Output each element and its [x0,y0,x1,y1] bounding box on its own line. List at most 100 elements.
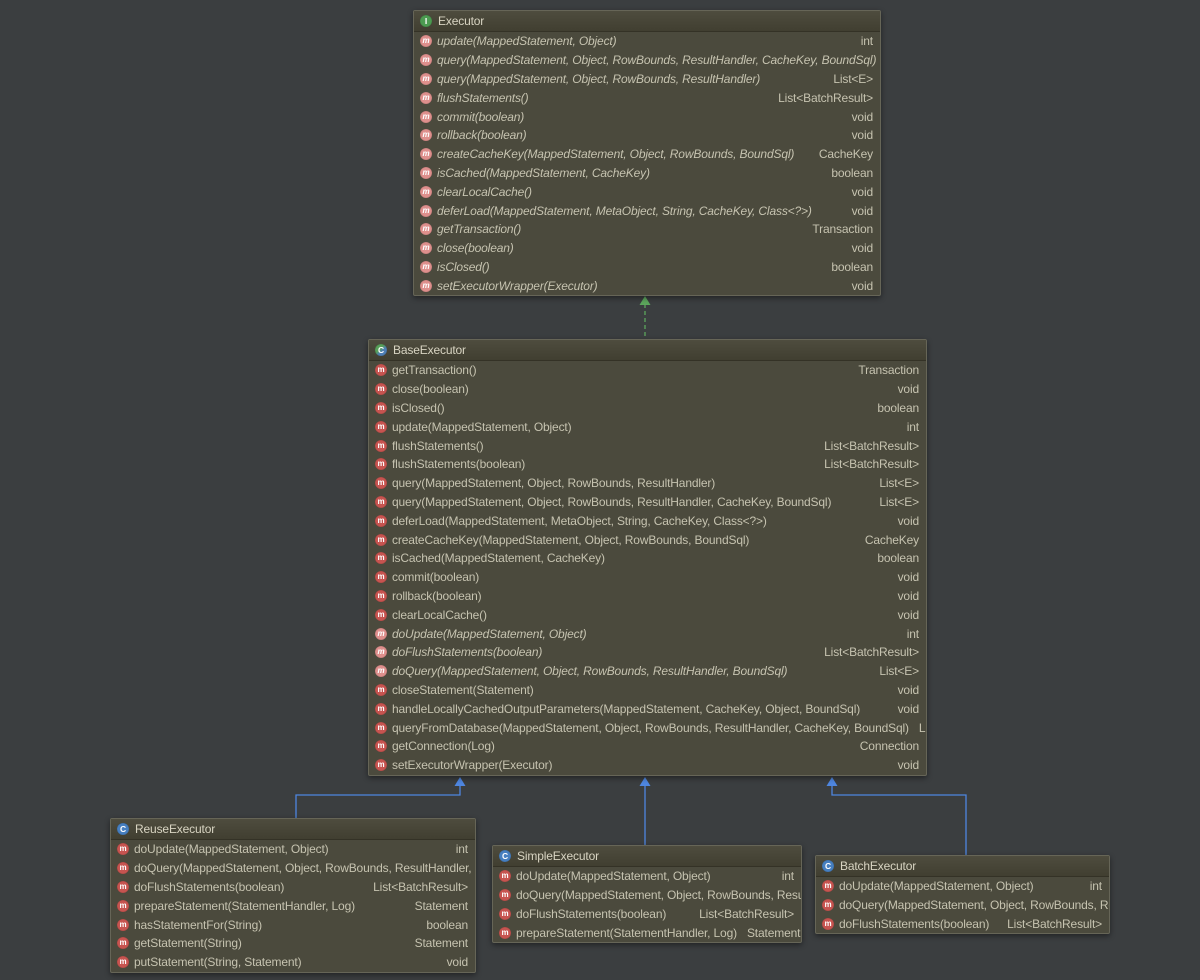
method-row[interactable]: mgetTransaction()Transaction [369,361,926,380]
class-header[interactable]: CBatchExecutor [816,856,1109,877]
method-row[interactable]: mrollback(boolean)void [369,587,926,606]
method-row[interactable]: mflushStatements(boolean)List<BatchResul… [369,455,926,474]
method-signature: doFlushStatements(boolean) [392,645,542,659]
method-row[interactable]: msetExecutorWrapper(Executor)void [369,756,926,775]
abstract-method-icon: m [420,261,432,273]
class-box-baseexecutor[interactable]: CBaseExecutormgetTransaction()Transactio… [368,339,927,776]
method-row[interactable]: mcommit(boolean)void [369,568,926,587]
method-row[interactable]: mqueryFromDatabase(MappedStatement, Obje… [369,718,926,737]
method-signature: query(MappedStatement, Object, RowBounds… [437,72,760,86]
method-signature: doQuery(MappedStatement, Object, RowBoun… [134,861,475,875]
method-row[interactable]: mgetTransaction()Transaction [414,220,880,239]
method-row[interactable]: mdoUpdate(MappedStatement, Object)int [111,840,475,859]
method-icon: m [117,881,129,893]
method-signature: prepareStatement(StatementHandler, Log) [516,926,737,940]
method-icon: m [375,571,387,583]
method-row[interactable]: mdeferLoad(MappedStatement, MetaObject, … [414,201,880,220]
method-row[interactable]: mclose(boolean)void [369,380,926,399]
extends-arrowhead [640,777,651,786]
abstract-method-icon: m [375,665,387,677]
abstract-method-icon: m [420,148,432,160]
method-return-type: void [437,955,468,969]
abstract-method-icon: m [420,186,432,198]
method-row[interactable]: mdoFlushStatements(boolean)List<BatchRes… [111,878,475,897]
method-row[interactable]: mrollback(boolean)void [414,126,880,145]
method-signature: handleLocallyCachedOutputParameters(Mapp… [392,702,860,716]
method-row[interactable]: misClosed()boolean [369,399,926,418]
class-box-batchexecutor[interactable]: CBatchExecutormdoUpdate(MappedStatement,… [815,855,1110,934]
abstract-method-icon: m [420,111,432,123]
method-row[interactable]: mquery(MappedStatement, Object, RowBound… [414,70,880,89]
extends-edge [832,785,966,856]
method-row[interactable]: mhasStatementFor(String)boolean [111,915,475,934]
method-return-type: int [446,842,468,856]
method-row[interactable]: mdoUpdate(MappedStatement, Object)int [369,624,926,643]
method-row[interactable]: mupdate(MappedStatement, Object)int [369,417,926,436]
method-row[interactable]: mdoFlushStatements(boolean)List<BatchRes… [816,915,1109,934]
method-icon: m [375,703,387,715]
method-return-type: void [888,514,919,528]
diagram-canvas[interactable]: IExecutormupdate(MappedStatement, Object… [0,0,1200,980]
method-row[interactable]: mquery(MappedStatement, Object, RowBound… [414,51,880,70]
method-row[interactable]: misCached(MappedStatement, CacheKey)bool… [414,164,880,183]
class-box-simpleexecutor[interactable]: CSimpleExecutormdoUpdate(MappedStatement… [492,845,802,943]
method-row[interactable]: mdoUpdate(MappedStatement, Object)int [493,867,801,886]
method-icon: m [375,722,387,734]
method-row[interactable]: mdoQuery(MappedStatement, Object, RowBou… [493,886,801,905]
method-icon: m [499,927,511,939]
method-row[interactable]: mdoFlushStatements(boolean)List<BatchRes… [493,905,801,924]
method-row[interactable]: mcloseStatement(Statement)void [369,681,926,700]
class-header[interactable]: CReuseExecutor [111,819,475,840]
class-box-executor[interactable]: IExecutormupdate(MappedStatement, Object… [413,10,881,296]
method-row[interactable]: mclearLocalCache()void [414,182,880,201]
method-row[interactable]: m prepareStatement(StatementHandler, Log)… [493,923,801,942]
method-row[interactable]: m handleLocallyCachedOutputParameters(Map… [369,699,926,718]
method-row[interactable]: mclose(boolean)void [414,239,880,258]
abstract-method-icon: m [420,167,432,179]
method-return-type: void [842,110,873,124]
method-icon: m [375,383,387,395]
method-row[interactable]: mclearLocalCache()void [369,605,926,624]
method-return-type: List<E> [869,495,919,509]
method-row[interactable]: msetExecutorWrapper(Executor)void [414,276,880,295]
method-return-type: void [888,570,919,584]
method-row[interactable]: mdoQuery(MappedStatement, Object, RowBou… [369,662,926,681]
method-row[interactable]: mcreateCacheKey(MappedStatement, Object,… [414,145,880,164]
method-row[interactable]: mflushStatements()List<BatchResult> [414,88,880,107]
method-signature: doQuery(MappedStatement, Object, RowBoun… [839,898,1109,912]
method-row[interactable]: mdoFlushStatements(boolean)List<BatchRes… [369,643,926,662]
method-row[interactable]: mquery(MappedStatement, Object, RowBound… [369,474,926,493]
method-signature: hasStatementFor(String) [134,918,262,932]
method-return-type: int [897,627,919,641]
method-signature: getTransaction() [437,222,521,236]
method-row[interactable]: mcreateCacheKey(MappedStatement, Object,… [369,530,926,549]
method-signature: close(boolean) [437,241,514,255]
method-row[interactable]: misCached(MappedStatement, CacheKey)bool… [369,549,926,568]
method-signature: doUpdate(MappedStatement, Object) [392,627,587,641]
method-row[interactable]: mdeferLoad(MappedStatement, MetaObject, … [369,511,926,530]
method-row[interactable]: misClosed()boolean [414,258,880,277]
method-row[interactable]: mprepareStatement(StatementHandler, Log)… [111,896,475,915]
method-return-type: boolean [867,551,919,565]
method-row[interactable]: mdoQuery(MappedStatement, Object, RowBou… [816,896,1109,915]
class-header[interactable]: CBaseExecutor [369,340,926,361]
method-row[interactable]: mquery(MappedStatement, Object, RowBound… [369,493,926,512]
method-return-type: Transaction [848,363,919,377]
method-row[interactable]: mdoUpdate(MappedStatement, Object)int [816,877,1109,896]
abstract-method-icon: m [420,54,432,66]
method-row[interactable]: mdoQuery(MappedStatement, Object, RowBou… [111,859,475,878]
method-signature: closeStatement(Statement) [392,683,534,697]
method-row[interactable]: mputStatement(String, Statement)void [111,953,475,972]
class-header[interactable]: IExecutor [414,11,880,32]
method-row[interactable]: mflushStatements()List<BatchResult> [369,436,926,455]
method-icon: m [499,870,511,882]
method-row[interactable]: mcommit(boolean)void [414,107,880,126]
class-name: ReuseExecutor [135,822,215,836]
class-header[interactable]: CSimpleExecutor [493,846,801,867]
method-row[interactable]: mgetStatement(String)Statement [111,934,475,953]
class-box-reuseexecutor[interactable]: CReuseExecutormdoUpdate(MappedStatement,… [110,818,476,973]
method-row[interactable]: mgetConnection(Log)Connection [369,737,926,756]
extends-edge [296,785,460,819]
method-row[interactable]: mupdate(MappedStatement, Object)int [414,32,880,51]
method-signature: clearLocalCache() [392,608,487,622]
